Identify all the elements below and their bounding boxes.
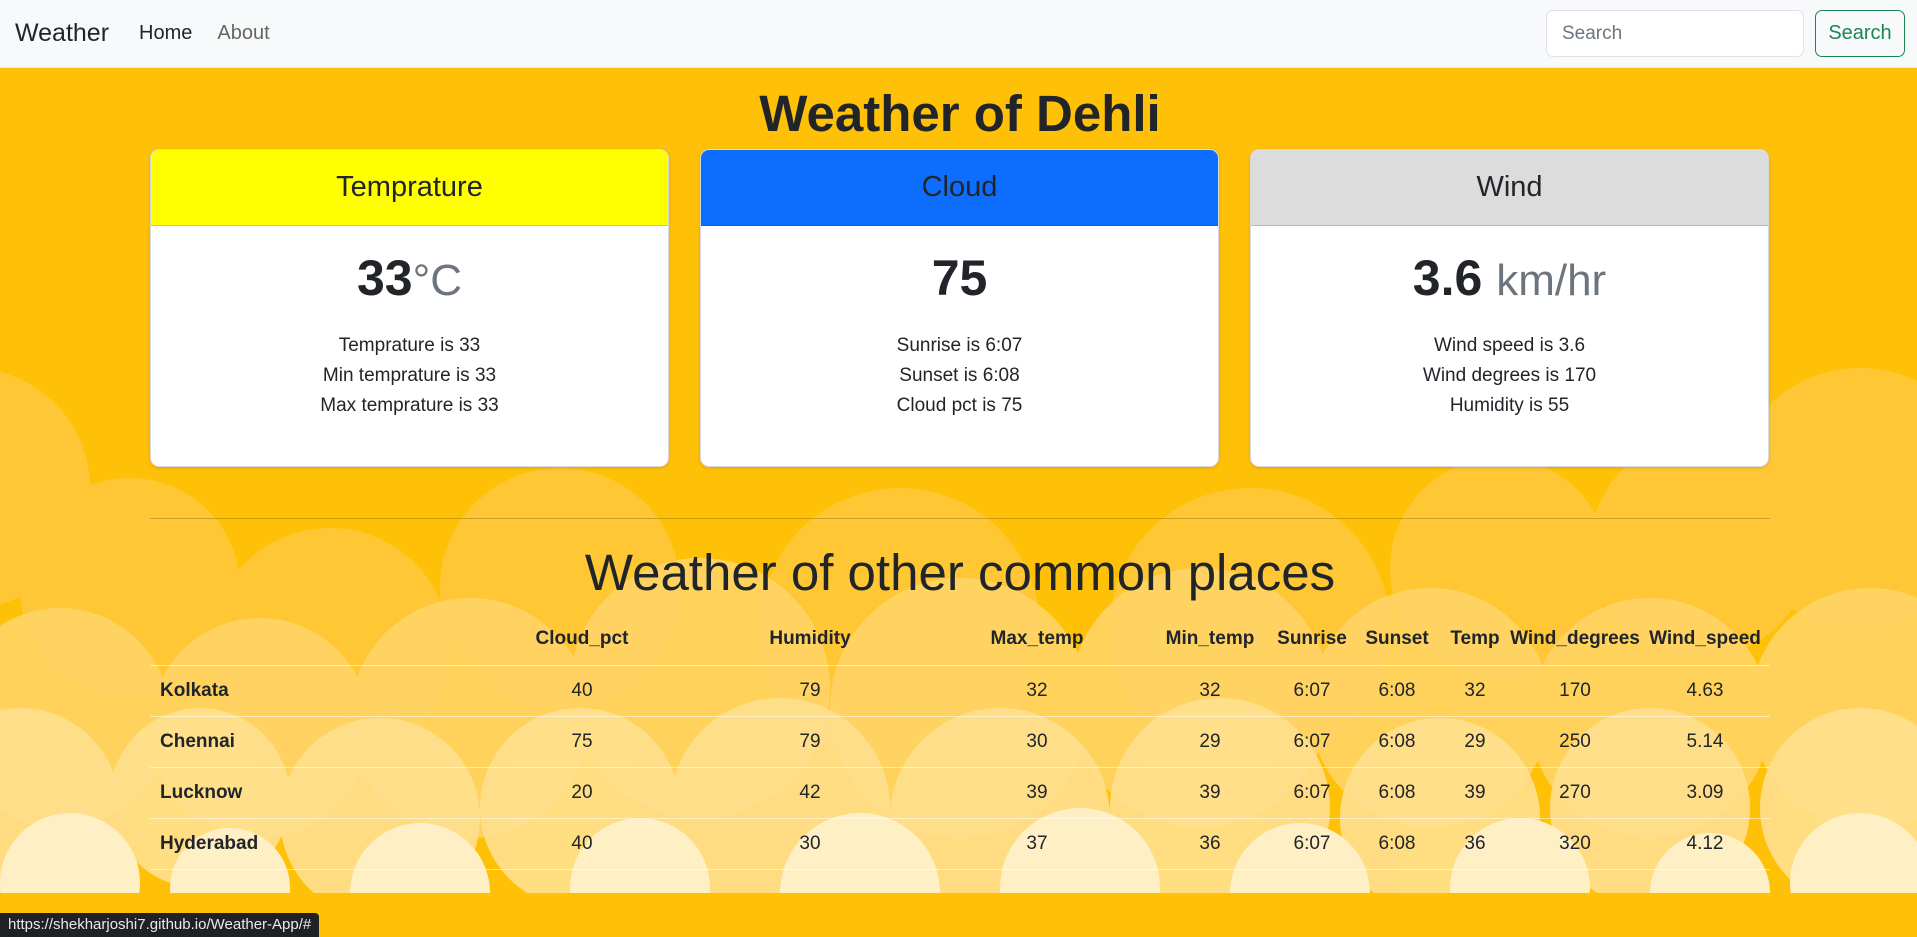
table-cell-city: Kolkata bbox=[150, 665, 468, 717]
nav-link-about[interactable]: About bbox=[217, 22, 269, 45]
table-header-sunrise: Sunrise bbox=[1270, 614, 1354, 666]
table-cell: 6:07 bbox=[1270, 665, 1354, 717]
cloud-card-body: 75 Sunrise is 6:07 Sunset is 6:08 Cloud … bbox=[701, 226, 1218, 421]
table-cell: 4.12 bbox=[1640, 818, 1770, 870]
table-cell: 37 bbox=[924, 818, 1150, 870]
table-row: Lucknow 20 42 39 39 6:07 6:08 39 270 3.0… bbox=[150, 767, 1770, 819]
table-header-wind-degrees: Wind_degrees bbox=[1510, 614, 1640, 666]
sunrise-line: Sunrise is 6:07 bbox=[896, 335, 1023, 356]
table-cell: 79 bbox=[696, 665, 924, 717]
sunset-line: Sunset is 6:08 bbox=[899, 365, 1020, 386]
brand-link[interactable]: Weather bbox=[15, 19, 109, 48]
table-cell: 6:07 bbox=[1270, 716, 1354, 768]
table-cell: 5.14 bbox=[1640, 716, 1770, 768]
temperature-value: 33°C bbox=[151, 248, 668, 308]
table-cell: 32 bbox=[1150, 665, 1270, 717]
search-button[interactable]: Search bbox=[1815, 10, 1905, 57]
humidity-line: Humidity is 55 bbox=[1449, 395, 1570, 416]
nav-link-home[interactable]: Home bbox=[139, 22, 192, 45]
section-title: Weather of other common places bbox=[584, 544, 1336, 601]
wind-speed-line: Wind speed is 3.6 bbox=[1433, 335, 1586, 356]
temperature-value-number: 33 bbox=[357, 250, 413, 306]
temperature-card-header: Temprature bbox=[151, 150, 668, 226]
table-cell: 29 bbox=[1150, 716, 1270, 768]
main-container: Weather of Dehli Temprature 33°C Temprat… bbox=[150, 68, 1770, 870]
table-cell-city: Hyderabad bbox=[150, 818, 468, 870]
table-header-temp: Temp bbox=[1440, 614, 1510, 666]
table-cell: 39 bbox=[924, 767, 1150, 819]
table-cell: 39 bbox=[1440, 767, 1510, 819]
weather-cards: Temprature 33°C Temprature is 33 Min tem… bbox=[150, 149, 1770, 467]
table-cell: 30 bbox=[924, 716, 1150, 768]
table-cell: 36 bbox=[1440, 818, 1510, 870]
cloud-value-number: 75 bbox=[931, 250, 988, 306]
table-cell: 320 bbox=[1510, 818, 1640, 870]
table-row: Kolkata 40 79 32 32 6:07 6:08 32 170 4.6… bbox=[150, 665, 1770, 717]
table-cell-city: Chennai bbox=[150, 716, 468, 768]
table-header-cloud-pct: Cloud_pct bbox=[468, 614, 696, 666]
table-cell: 4.63 bbox=[1640, 665, 1770, 717]
table-cell: 75 bbox=[468, 716, 696, 768]
temperature-details: Temprature is 33 Min temprature is 33 Ma… bbox=[151, 331, 668, 421]
navbar: Weather Home About Search bbox=[0, 0, 1917, 68]
table-cell: 6:08 bbox=[1354, 767, 1440, 819]
table-cell: 42 bbox=[696, 767, 924, 819]
temperature-card: Temprature 33°C Temprature is 33 Min tem… bbox=[150, 149, 669, 467]
table-cell: 6:08 bbox=[1354, 818, 1440, 870]
table-cell: 32 bbox=[924, 665, 1150, 717]
search-input[interactable] bbox=[1546, 10, 1804, 57]
table-row: Hyderabad 40 30 37 36 6:07 6:08 36 320 4… bbox=[150, 818, 1770, 870]
table-cell-city: Lucknow bbox=[150, 767, 468, 819]
table-row: Chennai 75 79 30 29 6:07 6:08 29 250 5.1… bbox=[150, 716, 1770, 768]
table-header-max-temp: Max_temp bbox=[924, 614, 1150, 666]
table-cell: 40 bbox=[468, 818, 696, 870]
table-cell: 30 bbox=[696, 818, 924, 870]
wind-value-number: 3.6 bbox=[1412, 250, 1483, 306]
table-cell: 6:08 bbox=[1354, 665, 1440, 717]
table-header-min-temp: Min_temp bbox=[1150, 614, 1270, 666]
table-cell: 270 bbox=[1510, 767, 1640, 819]
divider bbox=[150, 518, 1770, 519]
wind-details: Wind speed is 3.6 Wind degrees is 170 Hu… bbox=[1251, 331, 1768, 421]
table-cell: 20 bbox=[468, 767, 696, 819]
wind-unit: km/hr bbox=[1496, 256, 1607, 305]
table-cell: 6:08 bbox=[1354, 716, 1440, 768]
table-cell: 170 bbox=[1510, 665, 1640, 717]
page-title: Weather of Dehli bbox=[759, 85, 1161, 142]
table-cell: 29 bbox=[1440, 716, 1510, 768]
search-form: Search bbox=[1546, 10, 1905, 57]
wind-card-body: 3.6 km/hr Wind speed is 3.6 Wind degrees… bbox=[1251, 226, 1768, 421]
wind-degrees-line: Wind degrees is 170 bbox=[1422, 365, 1597, 386]
table-header-wind-speed: Wind_speed bbox=[1640, 614, 1770, 666]
min-temperature-line: Min temprature is 33 bbox=[322, 365, 497, 386]
wind-card: Wind 3.6 km/hr Wind speed is 3.6 Wind de… bbox=[1250, 149, 1769, 467]
cloud-pct-line: Cloud pct is 75 bbox=[896, 395, 1023, 416]
table-cell: 32 bbox=[1440, 665, 1510, 717]
table-cell: 250 bbox=[1510, 716, 1640, 768]
cloud-value: 75 bbox=[701, 248, 1218, 308]
table-cell: 3.09 bbox=[1640, 767, 1770, 819]
table-cell: 40 bbox=[468, 665, 696, 717]
table-cell: 79 bbox=[696, 716, 924, 768]
common-places-table: Cloud_pct Humidity Max_temp Min_temp Sun… bbox=[150, 614, 1770, 870]
table-cell: 6:07 bbox=[1270, 767, 1354, 819]
table-cell: 36 bbox=[1150, 818, 1270, 870]
table-header-sunset: Sunset bbox=[1354, 614, 1440, 666]
cloud-card: Cloud 75 Sunrise is 6:07 Sunset is 6:08 … bbox=[700, 149, 1219, 467]
temperature-line: Temprature is 33 bbox=[338, 335, 481, 356]
cloud-card-header: Cloud bbox=[701, 150, 1218, 226]
wind-card-header: Wind bbox=[1251, 150, 1768, 226]
table-cell: 39 bbox=[1150, 767, 1270, 819]
table-header-row: Cloud_pct Humidity Max_temp Min_temp Sun… bbox=[150, 614, 1770, 666]
table-header-city bbox=[150, 614, 468, 666]
wind-value: 3.6 km/hr bbox=[1251, 248, 1768, 308]
table-header-humidity: Humidity bbox=[696, 614, 924, 666]
temperature-unit: °C bbox=[412, 256, 462, 305]
table-cell: 6:07 bbox=[1270, 818, 1354, 870]
max-temperature-line: Max temprature is 33 bbox=[320, 395, 499, 416]
temperature-card-body: 33°C Temprature is 33 Min temprature is … bbox=[151, 226, 668, 421]
status-bar-url: https://shekharjoshi7.github.io/Weather-… bbox=[0, 913, 320, 937]
cloud-details: Sunrise is 6:07 Sunset is 6:08 Cloud pct… bbox=[701, 331, 1218, 421]
